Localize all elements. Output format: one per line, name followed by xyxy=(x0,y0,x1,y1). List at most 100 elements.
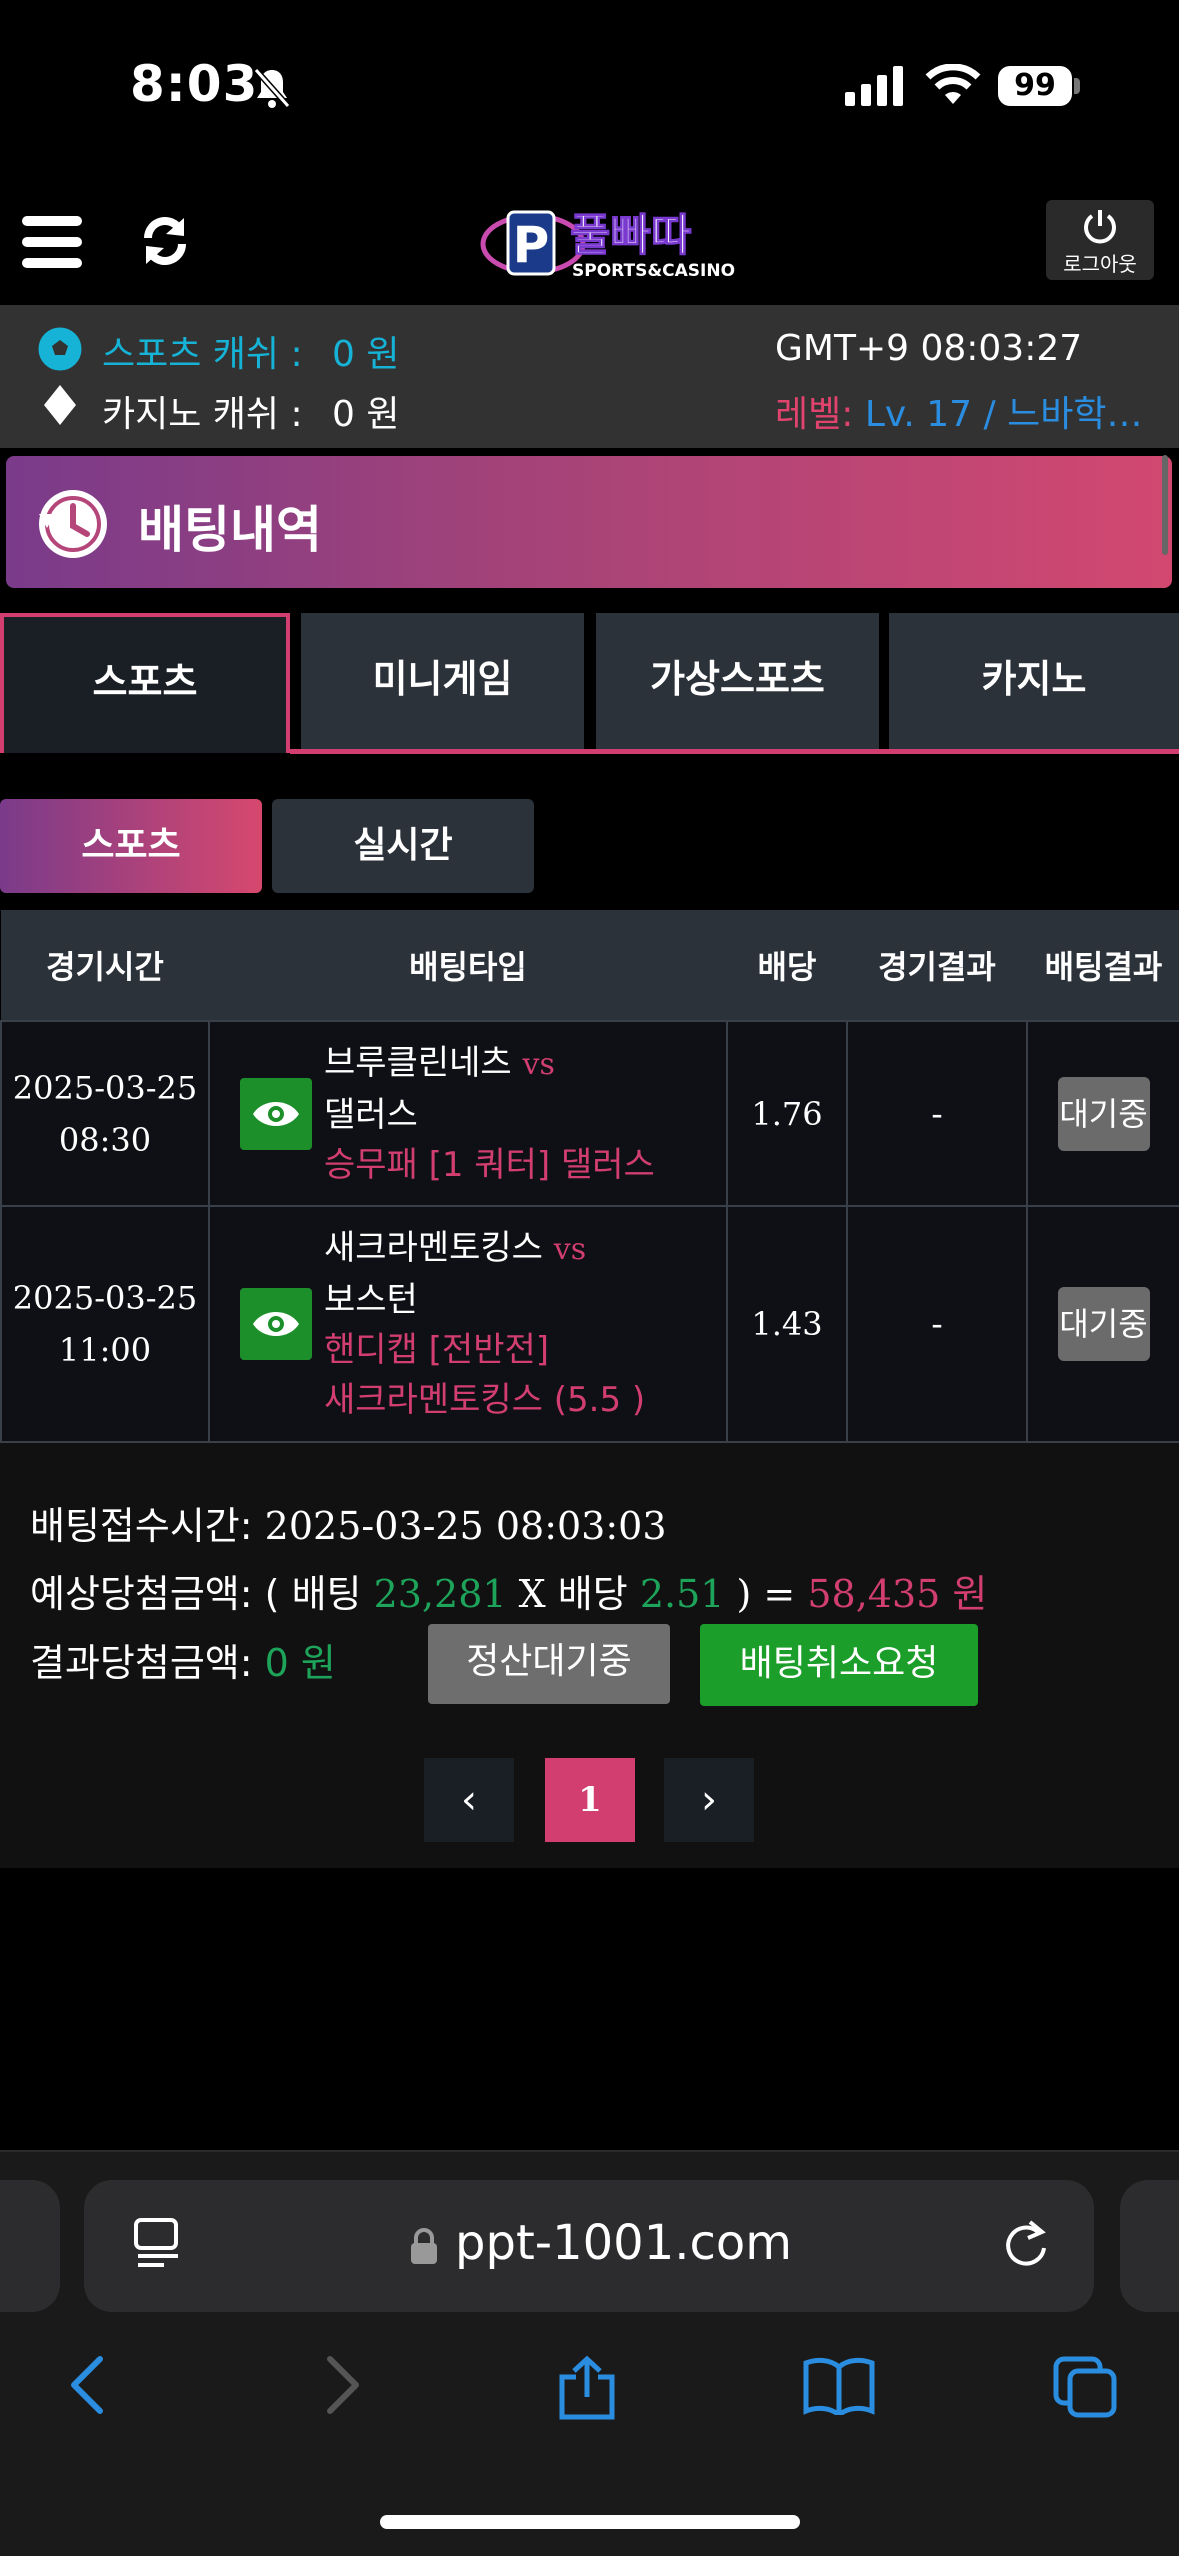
result-label: 결과당첨금액: xyxy=(30,1641,253,1685)
divider xyxy=(0,2150,1179,2152)
diamond-icon xyxy=(44,385,76,429)
tab-virtual-sports[interactable]: 가상스포츠 xyxy=(596,613,879,753)
pagination-next-button[interactable]: › xyxy=(664,1758,754,1842)
bet-result-cell: 대기중 xyxy=(1026,1205,1179,1443)
svg-text:P: P xyxy=(513,216,550,274)
expected-open: ( 배팅 xyxy=(264,1572,362,1616)
home-indicator[interactable] xyxy=(380,2515,800,2529)
match-time-cell: 2025-03-25 08:30 xyxy=(0,1020,210,1207)
power-icon[interactable] xyxy=(1082,208,1118,250)
vs-label: vs xyxy=(522,1046,555,1082)
battery-icon: 99 xyxy=(998,66,1072,106)
next-tab-peek[interactable] xyxy=(1120,2180,1179,2312)
match-date: 2025-03-25 xyxy=(12,1068,198,1107)
vs-label: vs xyxy=(553,1232,587,1267)
result-amount: 0 원 xyxy=(264,1641,336,1685)
bookmarks-icon[interactable] xyxy=(802,2355,876,2419)
pagination-prev-button[interactable]: ‹ xyxy=(424,1758,514,1842)
column-header: 배당 xyxy=(727,910,847,1021)
pagination-current-page[interactable]: 1 xyxy=(545,1758,635,1842)
column-header: 배팅타입 xyxy=(209,910,727,1021)
away-team: 댈러스 xyxy=(324,1094,418,1135)
match-time-cell: 2025-03-25 11:00 xyxy=(0,1205,210,1443)
match-result-cell: - xyxy=(846,1020,1028,1207)
level-value: Lv. 17 / 느바학… xyxy=(864,394,1143,435)
reload-icon[interactable] xyxy=(1002,2218,1050,2274)
settlement-pending-button[interactable]: 정산대기중 xyxy=(428,1624,670,1704)
logo-sub-text: SPORTS&CASINO xyxy=(572,261,735,281)
lock-icon xyxy=(410,2228,438,2268)
table-row: 2025-03-25 11:00 새크라멘토킹스 vs 보스턴 핸디캡 [전반전]… xyxy=(0,1205,1179,1443)
odds-cell: 1.43 xyxy=(726,1205,848,1443)
bet-time-label: 배팅접수시간: xyxy=(30,1504,253,1548)
expected-amount: 58,435 원 xyxy=(807,1572,988,1616)
home-team: 브루클린네츠 xyxy=(324,1042,512,1083)
cell-signal-icon xyxy=(845,66,905,110)
match-date: 2025-03-25 xyxy=(12,1279,198,1317)
column-header: 경기결과 xyxy=(847,910,1027,1021)
logout-label[interactable]: 로그아웃 xyxy=(1046,248,1154,277)
bet-history-table: 경기시간 배팅타입 배당 경기결과 배팅결과 2025-03-25 08:30 브… xyxy=(0,910,1179,1443)
bet-time-line: 배팅접수시간: 2025-03-25 08:03:03 xyxy=(30,1495,667,1550)
eye-icon[interactable] xyxy=(240,1077,312,1150)
page-title: 배팅내역 xyxy=(138,501,322,559)
previous-tab-peek[interactable] xyxy=(0,2180,60,2312)
home-team: 새크라멘토킹스 xyxy=(324,1228,543,1268)
bet-result-cell: 대기중 xyxy=(1026,1020,1179,1207)
server-clock: GMT+9 08:03:27 xyxy=(775,328,1083,369)
share-icon[interactable] xyxy=(556,2355,618,2425)
scrollbar[interactable] xyxy=(1162,455,1168,555)
history-clock-icon xyxy=(33,484,113,568)
result-win-line: 결과당첨금액: 0 원 xyxy=(30,1632,336,1687)
site-logo[interactable]: P 풀빠따 SPORTS&CASINO xyxy=(478,198,738,288)
tabs-overview-icon[interactable] xyxy=(1052,2355,1120,2423)
wifi-icon xyxy=(925,63,981,110)
match-time: 11:00 xyxy=(58,1331,152,1369)
bet-time-value: 2025-03-25 08:03:03 xyxy=(264,1504,667,1548)
column-header: 경기시간 xyxy=(1,910,209,1021)
match-time: 08:30 xyxy=(58,1120,152,1159)
soccer-ball-icon xyxy=(38,327,82,375)
sports-cash-label: 스포츠 캐쉬 : xyxy=(102,334,303,375)
expected-close: ) = xyxy=(736,1572,796,1616)
bet-pick: 핸디캡 [전반전] xyxy=(324,1330,550,1370)
tab-minigame[interactable]: 미니게임 xyxy=(301,613,584,753)
bet-type-cell: 새크라멘토킹스 vs 보스턴 핸디캡 [전반전] 새크라멘토킹스 (5.5 ) xyxy=(208,1205,728,1443)
status-badge[interactable]: 대기중 xyxy=(1057,1287,1150,1361)
back-arrow-icon[interactable] xyxy=(68,2355,108,2419)
bet-type-cell: 브루클린네츠 vs 댈러스 승무패 [1 쿼터] 댈러스 xyxy=(208,1020,728,1207)
hamburger-menu-icon[interactable] xyxy=(22,216,82,272)
tabs-underline xyxy=(290,749,1179,754)
bet-pick-detail: 새크라멘토킹스 (5.5 ) xyxy=(324,1380,646,1420)
bet-pick: 승무패 [1 쿼터] 댈러스 xyxy=(324,1144,655,1185)
url-text[interactable]: ppt-1001.com xyxy=(455,2215,792,2271)
cancel-bet-button[interactable]: 배팅취소요청 xyxy=(700,1624,978,1706)
eye-icon[interactable] xyxy=(240,1288,312,1360)
match-result-cell: - xyxy=(846,1205,1028,1443)
status-time: 8:03 xyxy=(130,55,259,113)
column-header: 배팅결과 xyxy=(1027,910,1179,1021)
tab-sports[interactable]: 스포츠 xyxy=(0,613,290,753)
expected-x: X 배당 xyxy=(518,1572,628,1616)
logo-main-text: 풀빠따 xyxy=(570,210,691,261)
tab-casino[interactable]: 카지노 xyxy=(889,613,1179,753)
expected-label: 예상당첨금액: xyxy=(30,1572,253,1616)
forward-arrow-icon[interactable] xyxy=(322,2355,362,2419)
table-header-row: 경기시간 배팅타입 배당 경기결과 배팅결과 xyxy=(1,910,1179,1021)
casino-cash-label: 카지노 캐쉬 : xyxy=(102,394,303,435)
table-row: 2025-03-25 08:30 브루클린네츠 vs 댈러스 승무패 [1 쿼터]… xyxy=(0,1020,1179,1207)
subtab-sports[interactable]: 스포츠 xyxy=(0,799,262,893)
level-label: 레벨: xyxy=(775,394,854,435)
expected-win-line: 예상당첨금액: ( 배팅 23,281 X 배당 2.51 ) = 58,435… xyxy=(30,1563,987,1618)
battery-tip xyxy=(1074,78,1080,94)
user-level[interactable]: 레벨: Lv. 17 / 느바학… xyxy=(775,385,1145,437)
expected-stake: 23,281 xyxy=(373,1572,507,1616)
odds-cell: 1.76 xyxy=(726,1020,848,1207)
bell-muted-icon xyxy=(252,66,292,114)
refresh-icon[interactable] xyxy=(140,214,190,272)
subtab-live[interactable]: 실시간 xyxy=(272,799,534,893)
casino-cash-value: 0 원 xyxy=(332,394,400,435)
sports-cash-value: 0 원 xyxy=(332,334,400,375)
status-badge[interactable]: 대기중 xyxy=(1057,1076,1150,1151)
page-menu-icon[interactable] xyxy=(134,2218,182,2272)
